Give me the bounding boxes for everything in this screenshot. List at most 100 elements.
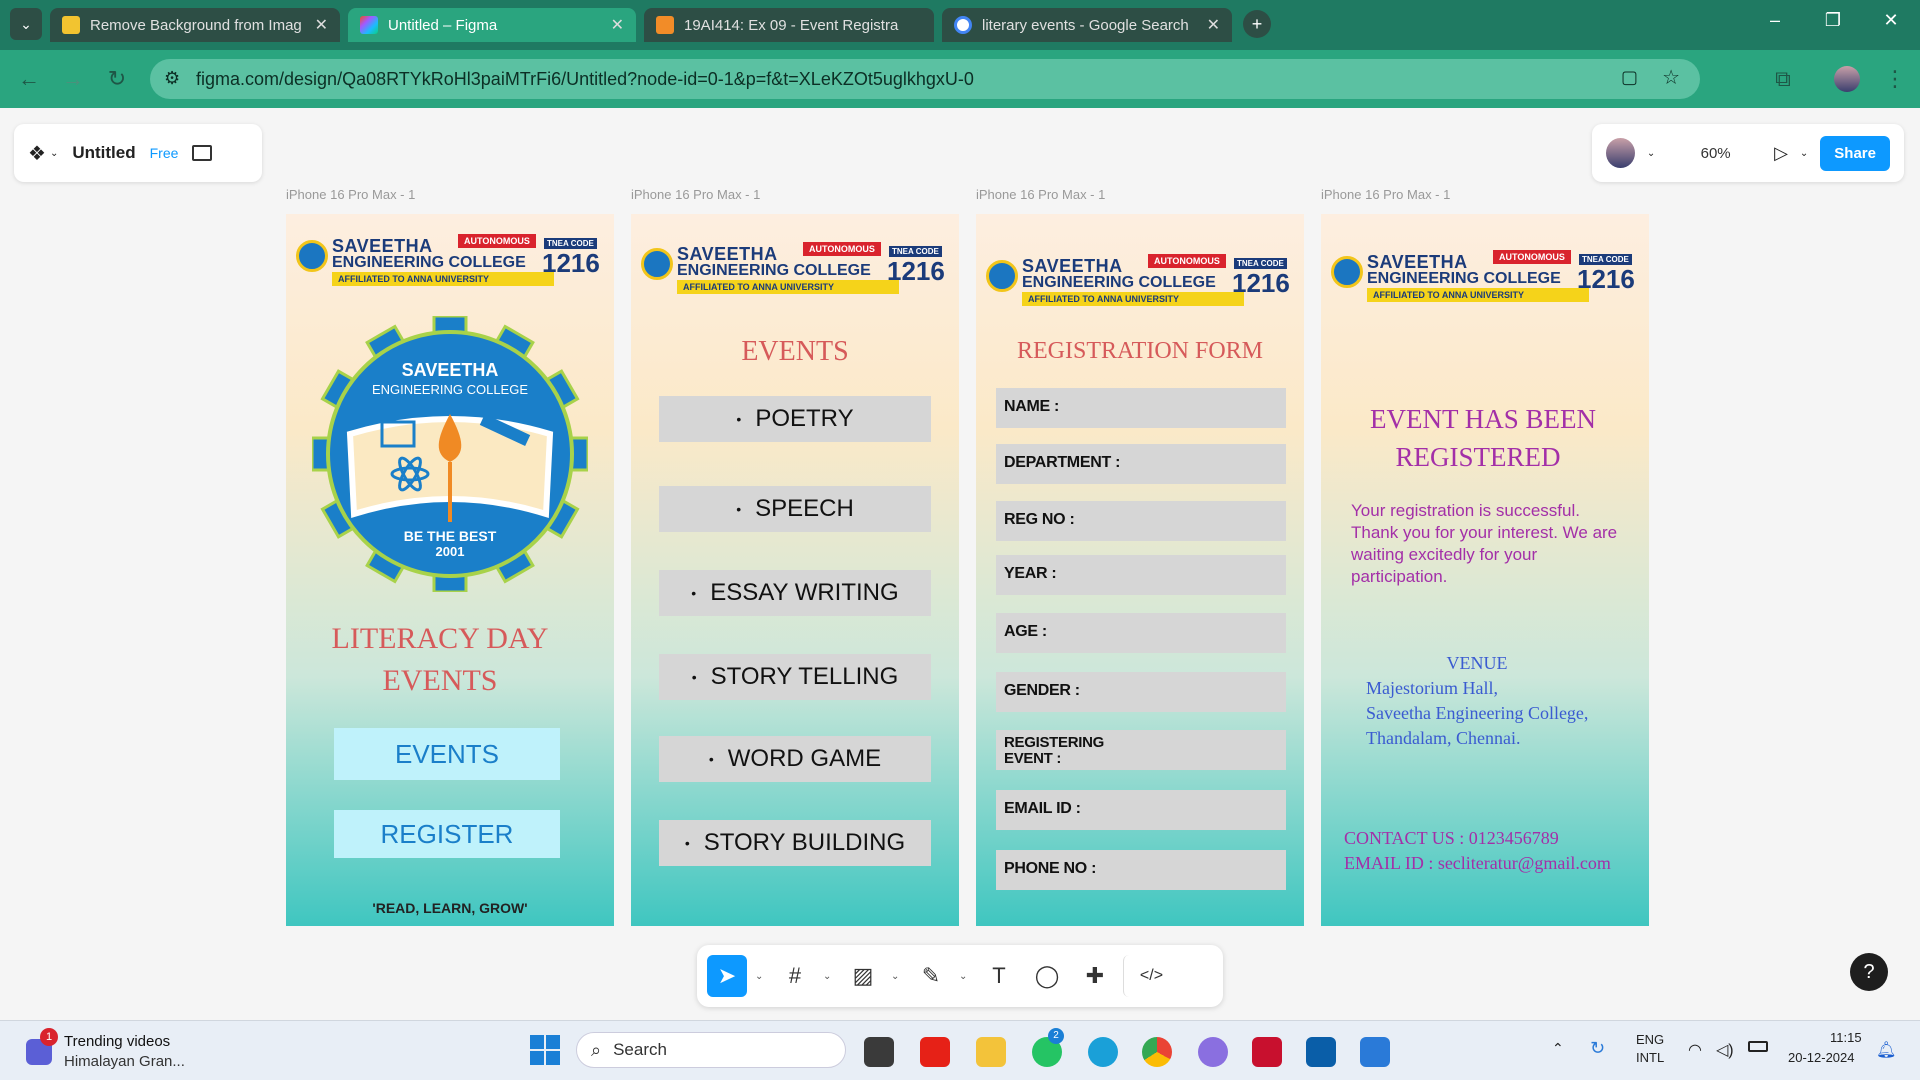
profile-avatar[interactable] bbox=[1834, 66, 1860, 92]
logo-title: SAVEETHA bbox=[401, 360, 499, 380]
tab-figma[interactable]: Untitled – Figma ✕ bbox=[348, 8, 636, 42]
comment-tool-icon[interactable]: ◯ bbox=[1027, 955, 1067, 997]
chevron-down-icon[interactable]: ⌄ bbox=[755, 971, 767, 982]
tab-remove-background[interactable]: Remove Background from Imag ✕ bbox=[50, 8, 340, 42]
keyboard-layout[interactable]: INTL bbox=[1636, 1050, 1664, 1065]
event-item-essay-writing[interactable]: • ESSAY WRITING bbox=[659, 570, 931, 616]
new-tab-plus-icon[interactable]: + bbox=[1243, 10, 1271, 38]
clipboard-icon[interactable]: ▢ bbox=[1621, 67, 1638, 88]
battery-icon[interactable] bbox=[1748, 1041, 1768, 1052]
tnea-code: 1216 bbox=[887, 256, 945, 286]
restore-icon[interactable]: ❐ bbox=[1818, 10, 1848, 31]
plan-badge: Free bbox=[149, 145, 179, 161]
college-header: SAVEETHA ENGINEERING COLLEGE AUTONOMOUS … bbox=[641, 240, 949, 298]
widget-title[interactable]: Trending videos bbox=[64, 1033, 170, 1050]
registering-event-field[interactable]: REGISTERING EVENT : bbox=[996, 730, 1286, 770]
frame-confirmation[interactable]: SAVEETHA ENGINEERING COLLEGE AUTONOMOUS … bbox=[1321, 214, 1649, 926]
chevron-down-icon[interactable]: ⌄ bbox=[891, 971, 903, 982]
venue-line: Thandalam, Chennai. bbox=[1366, 728, 1521, 748]
minimize-icon[interactable]: – bbox=[1760, 10, 1790, 31]
frame-tool-hash-icon[interactable]: # bbox=[775, 955, 815, 997]
register-button[interactable]: REGISTER bbox=[334, 810, 560, 858]
task-view-icon[interactable] bbox=[864, 1037, 894, 1067]
forward-arrow-icon[interactable]: → bbox=[58, 66, 88, 92]
event-item-poetry[interactable]: • POETRY bbox=[659, 396, 931, 442]
site-info-icon[interactable]: ⚙ bbox=[164, 68, 180, 89]
wifi-icon[interactable]: ◠ bbox=[1688, 1040, 1702, 1060]
close-tab-icon[interactable]: ✕ bbox=[611, 15, 624, 35]
frame-registration-form[interactable]: SAVEETHA ENGINEERING COLLEGE AUTONOMOUS … bbox=[976, 214, 1304, 926]
chevron-down-icon[interactable]: ⌄ bbox=[1800, 148, 1808, 159]
year-field[interactable]: YEAR : bbox=[996, 555, 1286, 595]
volume-icon[interactable]: ◁) bbox=[1716, 1040, 1734, 1060]
frame-label[interactable]: iPhone 16 Pro Max - 1 bbox=[976, 187, 1105, 202]
event-item-word-game[interactable]: • WORD GAME bbox=[659, 736, 931, 782]
logo-subtitle: ENGINEERING COLLEGE bbox=[371, 382, 529, 397]
dell-icon[interactable] bbox=[1306, 1037, 1336, 1067]
chevron-down-icon[interactable]: ⌄ bbox=[823, 971, 835, 982]
contact-number: CONTACT US : 0123456789 bbox=[1344, 828, 1559, 848]
frame-events[interactable]: SAVEETHA ENGINEERING COLLEGE AUTONOMOUS … bbox=[631, 214, 959, 926]
file-explorer-icon[interactable] bbox=[976, 1037, 1006, 1067]
youtube-icon[interactable] bbox=[920, 1037, 950, 1067]
frame-label[interactable]: iPhone 16 Pro Max - 1 bbox=[631, 187, 760, 202]
close-tab-icon[interactable]: ✕ bbox=[1207, 15, 1220, 35]
phone-no-field[interactable]: PHONE NO : bbox=[996, 850, 1286, 890]
frame-label[interactable]: iPhone 16 Pro Max - 1 bbox=[1321, 187, 1450, 202]
tab-search-chevron-icon[interactable]: ⌄ bbox=[10, 8, 42, 40]
browser-menu-icon[interactable]: ⋮ bbox=[1880, 66, 1910, 92]
email-id-field[interactable]: EMAIL ID : bbox=[996, 790, 1286, 830]
events-button[interactable]: EVENTS bbox=[334, 728, 560, 780]
back-arrow-icon[interactable]: ← bbox=[14, 66, 44, 92]
figma-main-menu-icon[interactable]: ❖ bbox=[28, 141, 46, 166]
reload-icon[interactable]: ↻ bbox=[102, 66, 132, 92]
department-field[interactable]: DEPARTMENT : bbox=[996, 444, 1286, 484]
move-tool-cursor-icon[interactable]: ➤ bbox=[707, 955, 747, 997]
zoom-level[interactable]: 60% bbox=[1677, 145, 1754, 162]
text-tool-icon[interactable]: T bbox=[979, 955, 1019, 997]
event-item-story-telling[interactable]: • STORY TELLING bbox=[659, 654, 931, 700]
reg-no-field[interactable]: REG NO : bbox=[996, 501, 1286, 541]
clock-time[interactable]: 11:15 bbox=[1830, 1030, 1862, 1045]
chevron-down-icon[interactable]: ⌄ bbox=[1647, 148, 1655, 159]
taskbar-search[interactable]: ⌕ Search bbox=[576, 1032, 846, 1068]
chevron-down-icon[interactable]: ⌄ bbox=[959, 971, 971, 982]
notification-bell-icon[interactable]: 🔔︎ bbox=[1876, 1040, 1896, 1060]
notepad-icon[interactable] bbox=[1360, 1037, 1390, 1067]
clock-date[interactable]: 20-12-2024 bbox=[1788, 1050, 1855, 1065]
close-tab-icon[interactable]: ✕ bbox=[315, 15, 328, 35]
present-play-icon[interactable]: ▷ bbox=[1774, 143, 1788, 164]
extensions-puzzle-icon[interactable]: ⧉ bbox=[1768, 66, 1798, 92]
help-button[interactable]: ? bbox=[1850, 953, 1888, 991]
chrome-icon[interactable] bbox=[1142, 1037, 1172, 1067]
gender-field[interactable]: GENDER : bbox=[996, 672, 1286, 712]
file-name[interactable]: Untitled bbox=[72, 143, 135, 163]
tab-event-registration[interactable]: 19AI414: Ex 09 - Event Registra bbox=[644, 8, 934, 42]
frame-home[interactable]: SAVEETHA ENGINEERING COLLEGE AUTONOMOUS … bbox=[286, 214, 614, 926]
image-tool-icon[interactable]: ▨ bbox=[843, 955, 883, 997]
windows-start-icon[interactable] bbox=[530, 1035, 560, 1065]
actions-tool-icon[interactable]: ✚ bbox=[1075, 955, 1115, 997]
bookmark-star-icon[interactable]: ☆ bbox=[1662, 65, 1680, 90]
toggle-sidebar-icon[interactable] bbox=[192, 145, 213, 161]
language-indicator[interactable]: ENG bbox=[1636, 1032, 1664, 1047]
share-button[interactable]: Share bbox=[1820, 135, 1890, 171]
chevron-down-icon[interactable]: ⌄ bbox=[50, 148, 58, 159]
mcafee-icon[interactable] bbox=[1252, 1037, 1282, 1067]
tab-google-search[interactable]: literary events - Google Search ✕ bbox=[942, 8, 1232, 42]
dev-mode-code-icon[interactable]: </> bbox=[1123, 955, 1179, 997]
name-field[interactable]: NAME : bbox=[996, 388, 1286, 428]
user-avatar[interactable] bbox=[1606, 138, 1635, 168]
copilot-icon[interactable] bbox=[1198, 1037, 1228, 1067]
window-close-icon[interactable]: ✕ bbox=[1876, 10, 1906, 31]
age-field[interactable]: AGE : bbox=[996, 613, 1286, 653]
edge-icon[interactable] bbox=[1088, 1037, 1118, 1067]
event-item-story-building[interactable]: • STORY BUILDING bbox=[659, 820, 931, 866]
pen-tool-icon[interactable]: ✎ bbox=[911, 955, 951, 997]
sync-icon[interactable]: ↻ bbox=[1590, 1038, 1605, 1059]
tray-chevron-up-icon[interactable]: ⌃ bbox=[1552, 1040, 1564, 1057]
url-bar[interactable]: ⚙ figma.com/design/Qa08RTYkRoHl3paiMTrFi… bbox=[150, 59, 1700, 99]
frame-label[interactable]: iPhone 16 Pro Max - 1 bbox=[286, 187, 415, 202]
widget-subtitle[interactable]: Himalayan Gran... bbox=[64, 1053, 185, 1070]
event-item-speech[interactable]: • SPEECH bbox=[659, 486, 931, 532]
